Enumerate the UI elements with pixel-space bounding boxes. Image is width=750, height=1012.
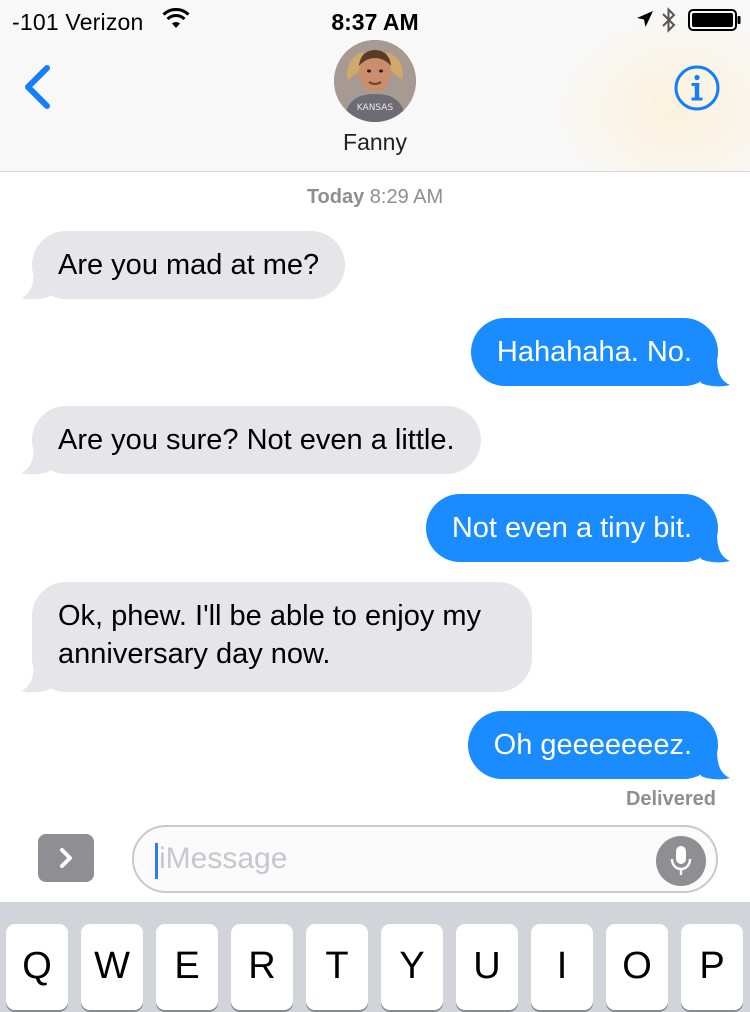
- key-e[interactable]: E: [156, 924, 218, 1010]
- key-p[interactable]: P: [681, 924, 743, 1010]
- outgoing-message[interactable]: Hahahaha. No.: [470, 318, 718, 386]
- keyboard: Q W E R T Y U I O P: [0, 902, 750, 1012]
- incoming-message[interactable]: Are you sure? Not even a little.: [32, 406, 481, 474]
- location-arrow-icon: [637, 11, 653, 27]
- chevron-left-icon: [25, 65, 50, 109]
- message-placeholder: iMessage: [159, 842, 288, 875]
- key-y[interactable]: Y: [381, 924, 443, 1010]
- timestamp-day: Today: [306, 186, 365, 208]
- avatar-shirt-text: KANSAS: [357, 103, 394, 113]
- chevron-right-icon: [60, 848, 72, 868]
- battery-icon: [688, 9, 741, 31]
- conversation-timestamp: Today 8:29 AM: [0, 186, 750, 209]
- back-button[interactable]: [18, 62, 58, 112]
- key-i[interactable]: I: [531, 924, 593, 1010]
- avatar-photo: KANSAS: [334, 40, 416, 122]
- timestamp-time: 8:29 AM: [369, 186, 444, 208]
- microphone-icon: [670, 846, 692, 875]
- text-caret: [155, 843, 158, 879]
- info-icon: [674, 65, 720, 111]
- dictation-button[interactable]: [656, 836, 706, 886]
- key-w[interactable]: W: [81, 924, 143, 1010]
- contact-avatar[interactable]: KANSAS: [334, 40, 416, 122]
- key-q[interactable]: Q: [6, 924, 68, 1010]
- key-u[interactable]: U: [456, 924, 518, 1010]
- contact-name[interactable]: Fanny: [0, 129, 750, 156]
- key-r[interactable]: R: [231, 924, 293, 1010]
- message-input[interactable]: iMessage: [132, 825, 718, 893]
- app-drawer-button[interactable]: [38, 834, 94, 882]
- info-button[interactable]: [673, 64, 721, 112]
- bluetooth-icon: [662, 7, 676, 33]
- delivery-receipt: Delivered: [625, 788, 716, 810]
- incoming-message[interactable]: Are you mad at me?: [32, 231, 346, 299]
- key-o[interactable]: O: [606, 924, 668, 1010]
- outgoing-message[interactable]: Not even a tiny bit.: [425, 494, 718, 562]
- incoming-message[interactable]: Ok, phew. I'll be able to enjoy my anniv…: [32, 582, 532, 692]
- status-bar: -101 Verizon 8:37 AM: [0, 0, 750, 40]
- navigation-header: -101 Verizon 8:37 AM KANSAS Fanny: [0, 0, 750, 172]
- key-t[interactable]: T: [306, 924, 368, 1010]
- outgoing-message[interactable]: Oh geeeeeeez.: [467, 711, 718, 779]
